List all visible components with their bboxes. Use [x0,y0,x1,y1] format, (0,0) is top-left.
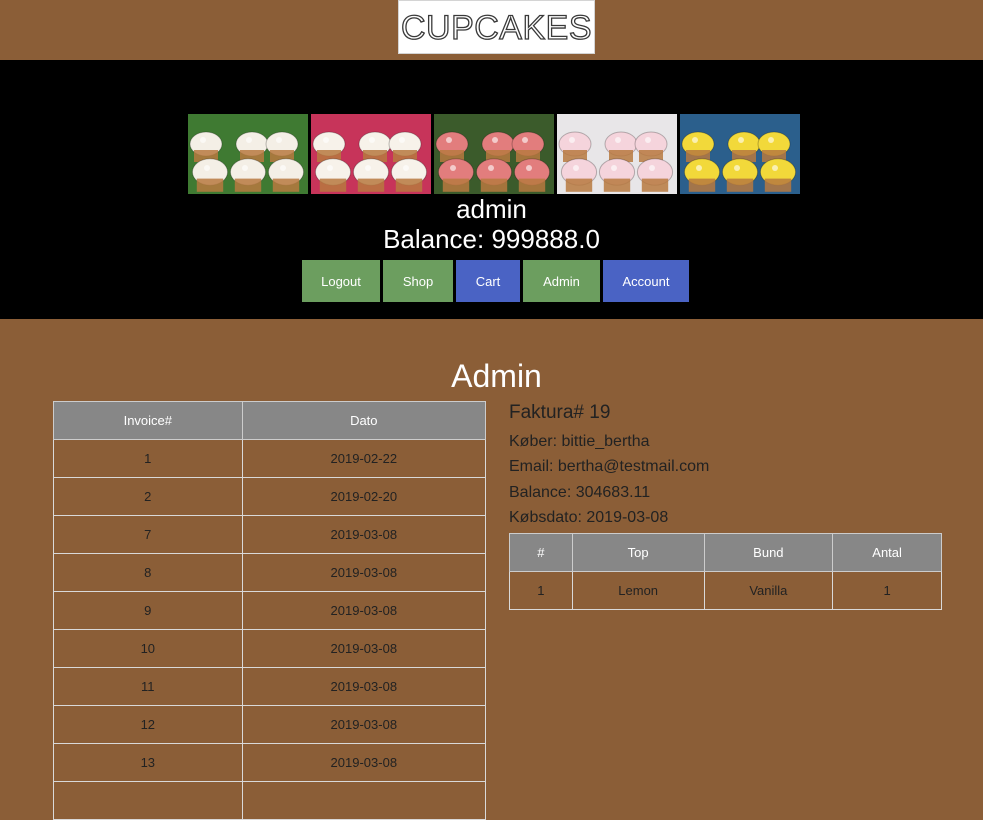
invoice-row[interactable]: 1 2019-02-22 [53,439,487,478]
buyer-line: Køber: bittie_bertha [509,433,650,450]
cupcake-photo-icon [680,114,800,194]
username: admin [456,194,527,224]
page-title: Admin [451,358,542,394]
buyer-balance-line: Balance: 304683.11 [509,483,651,501]
quantity-cell: 1 [832,571,942,611]
invoice-number-cell: 9 [53,591,243,630]
main-nav: Logout Shop Cart Admin Account [302,260,689,302]
invoice-number-cell: 12 [53,705,243,744]
date-column-header: Dato [241,401,487,440]
invoice-number-cell [53,781,243,820]
invoice-row[interactable]: 8 2019-03-08 [53,553,487,592]
order-row: 1 Lemon Vanilla 1 [509,571,942,611]
invoice-row[interactable]: 12 2019-03-08 [53,705,487,744]
invoice-table: Invoice# Dato 1 2019-02-22 2 2019-02-20 7 201… [53,401,487,820]
account-button[interactable]: Account [603,260,689,302]
invoice-date-cell: 2019-03-08 [241,667,487,706]
invoice-row[interactable]: 9 2019-03-08 [53,591,487,630]
logo-text: CUPCAKES [400,8,593,47]
invoice-row[interactable]: 11 2019-03-08 [53,667,487,706]
invoice-date-cell [241,781,487,820]
invoice-number-cell: 1 [53,439,243,478]
invoice-number-cell: 11 [53,667,243,706]
header-band: admin Balance: 999888.0 Logout Shop Cart… [0,60,983,319]
invoice-row[interactable]: 13 2019-03-08 [53,743,487,782]
invoice-date-cell: 2019-03-08 [241,743,487,782]
invoice-row[interactable] [53,781,487,820]
invoice-number-cell: 2 [53,477,243,516]
user-balance: Balance: 999888.0 [383,224,600,254]
cupcake-photo-icon [434,114,554,194]
invoice-table-header-row: Invoice# Dato [53,401,487,440]
invoice-detail: Faktura# 19 Køber: bittie_bertha Email: … [509,401,942,611]
logout-button[interactable]: Logout [302,260,380,302]
invoice-row[interactable]: 2 2019-02-20 [53,477,487,516]
shop-button[interactable]: Shop [383,260,453,302]
cart-button[interactable]: Cart [456,260,520,302]
invoice-row[interactable]: 7 2019-03-08 [53,515,487,554]
invoice-number-cell: 8 [53,553,243,592]
email-line: Email: bertha@testmail.com [509,458,710,476]
line-number-header: # [509,533,573,573]
bottom-cell: Vanilla [703,571,834,611]
order-lines-table: # Top Bund Antal 1 Lemon Vanilla 1 [509,533,942,611]
invoice-number-cell: 7 [53,515,243,554]
invoice-date-cell: 2019-03-08 [241,553,487,592]
line-number-cell: 1 [509,571,573,611]
invoice-column-header: Invoice# [53,401,243,440]
invoice-date-cell: 2019-03-08 [241,515,487,554]
invoice-date-cell: 2019-03-08 [241,629,487,668]
cupcake-photo-icon [311,114,431,194]
invoice-date-cell: 2019-02-20 [241,477,487,516]
logo[interactable]: CUPCAKES [398,0,595,54]
admin-main: Admin Invoice# Dato 1 2019-02-22 2 2019-02-… [0,319,983,820]
cupcake-gallery [188,114,800,194]
invoice-detail-title: Faktura# 19 [509,402,611,423]
quantity-header: Antal [832,533,942,573]
admin-button[interactable]: Admin [523,260,600,302]
invoice-date-cell: 2019-02-22 [241,439,487,478]
cupcake-photo-icon [557,114,677,194]
logo-bar: CUPCAKES [0,0,983,60]
order-table-header-row: # Top Bund Antal [509,533,942,573]
cupcake-photo-icon [188,114,308,194]
invoice-row[interactable]: 10 2019-03-08 [53,629,487,668]
top-header: Top [571,533,705,573]
invoice-date-cell: 2019-03-08 [241,591,487,630]
invoice-number-cell: 10 [53,629,243,668]
purchase-date-line: Købsdato: 2019-03-08 [509,508,669,526]
invoice-number-cell: 13 [53,743,243,782]
invoice-date-cell: 2019-03-08 [241,705,487,744]
top-cell: Lemon [571,571,705,611]
bottom-header: Bund [703,533,834,573]
